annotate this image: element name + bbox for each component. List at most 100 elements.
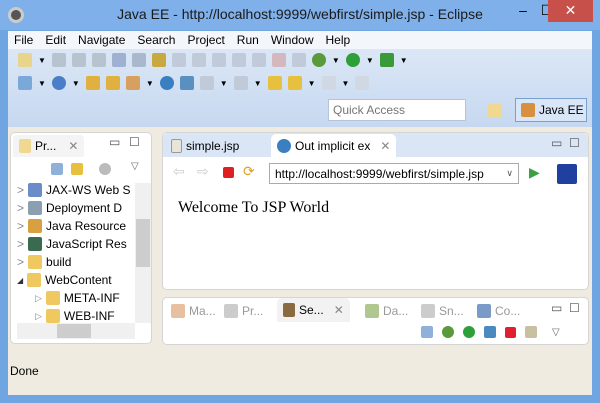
close-button[interactable]: ✕ [548, 0, 593, 22]
open-type-icon[interactable] [85, 76, 100, 90]
suspend-icon[interactable] [251, 53, 266, 67]
maximize-icon[interactable]: ☐ [129, 135, 140, 149]
last-edit-icon[interactable] [267, 76, 282, 90]
minimize-icon[interactable]: ▭ [551, 136, 562, 150]
menu-help[interactable]: Help [326, 31, 351, 49]
skip-breakpoints-icon[interactable] [111, 53, 126, 67]
launch-icon[interactable] [179, 76, 194, 90]
back-icon[interactable]: ⇦ [173, 163, 185, 180]
url-input[interactable]: http://localhost:9999/webfirst/simple.js… [275, 167, 484, 181]
chevron-down-icon[interactable]: ∨ [506, 168, 513, 179]
refresh-icon[interactable]: ⟳ [243, 163, 255, 180]
collapse-all-icon[interactable] [51, 163, 63, 175]
menu-project[interactable]: Project [187, 31, 224, 49]
drop-to-frame-icon[interactable] [151, 53, 166, 67]
close-icon[interactable]: ✕ [334, 303, 344, 317]
tree-item[interactable]: > Java Resource [17, 219, 126, 233]
menu-window[interactable]: Window [271, 31, 314, 49]
expand-icon[interactable]: > [17, 219, 24, 233]
print-icon[interactable] [91, 53, 106, 67]
view-menu-icon[interactable]: ▽ [552, 327, 560, 338]
tree-item[interactable]: ▷ WEB-INF [35, 309, 115, 323]
tab-data-source[interactable]: Da... [359, 300, 414, 322]
minimize-icon[interactable]: ▭ [109, 135, 120, 149]
expand-icon[interactable]: > [17, 183, 24, 197]
menu-navigate[interactable]: Navigate [78, 31, 125, 49]
tab-servers[interactable]: Se... ✕ [277, 298, 350, 322]
close-icon[interactable]: ✕ [380, 139, 390, 153]
next-annotation-icon[interactable] [199, 76, 214, 90]
expand-icon[interactable]: > [17, 201, 24, 215]
expand-icon[interactable]: ▷ [35, 293, 42, 304]
debug-icon[interactable] [311, 53, 326, 67]
scrollbar-thumb[interactable] [57, 324, 91, 338]
web-browser-icon[interactable] [159, 76, 174, 90]
link-with-editor-icon[interactable] [71, 163, 83, 175]
url-combo[interactable]: http://localhost:9999/webfirst/simple.js… [269, 163, 519, 184]
menu-file[interactable]: File [14, 31, 33, 49]
debug-server-icon[interactable] [442, 326, 454, 338]
collapse-icon[interactable]: ◢ [17, 276, 23, 285]
prev-annotation-icon[interactable] [233, 76, 248, 90]
step-return-icon[interactable] [171, 53, 186, 67]
tab-markers[interactable]: Ma... [165, 300, 222, 322]
tree-item[interactable]: > JavaScript Res [17, 237, 127, 251]
expand-icon[interactable]: > [17, 255, 24, 269]
step-into-icon[interactable] [211, 53, 226, 67]
expand-icon[interactable]: ▷ [35, 311, 42, 322]
menu-edit[interactable]: Edit [45, 31, 66, 49]
tree-item[interactable]: > Deployment D [17, 201, 122, 215]
forward-icon[interactable] [321, 76, 336, 90]
quick-access-input[interactable] [328, 99, 466, 121]
tree-item[interactable]: ▷ META-INF [35, 291, 120, 305]
publish-icon[interactable] [525, 326, 537, 338]
resume-icon[interactable] [231, 53, 246, 67]
maximize-icon[interactable]: ☐ [569, 301, 580, 315]
forward-icon[interactable]: ⇨ [197, 163, 209, 180]
horizontal-scrollbar[interactable] [17, 323, 135, 339]
expand-icon[interactable]: > [17, 237, 24, 251]
menu-search[interactable]: Search [137, 31, 175, 49]
tree-item[interactable]: > JAX-WS Web S [17, 183, 130, 197]
minimize-button[interactable]: – [510, 0, 536, 22]
vertical-scrollbar[interactable] [135, 183, 151, 323]
new-icon[interactable] [18, 53, 32, 67]
run-icon[interactable] [345, 53, 360, 67]
filters-icon[interactable] [99, 163, 111, 175]
tree-item[interactable]: > build [17, 255, 71, 269]
tab-project-explorer[interactable]: Pr... ✕ [13, 135, 85, 157]
tab-simple-jsp[interactable]: simple.jsp [165, 135, 245, 157]
tree-item[interactable]: ◢ WebContent [17, 273, 112, 287]
collapse-all-icon[interactable] [421, 326, 433, 338]
stop-server-icon[interactable] [505, 326, 516, 338]
tab-snippets[interactable]: Sn... [415, 300, 470, 322]
search-icon[interactable] [125, 76, 140, 90]
use-step-filters-icon[interactable] [131, 53, 146, 67]
perspective-java-ee[interactable]: Java EE [515, 98, 587, 122]
close-icon[interactable]: ✕ [68, 139, 78, 153]
new-servlet-icon[interactable] [51, 76, 66, 90]
open-perspective-icon[interactable] [488, 104, 502, 118]
terminate-icon[interactable] [271, 53, 286, 67]
scrollbar-thumb[interactable] [136, 219, 150, 267]
save-icon[interactable] [51, 53, 66, 67]
tab-browser[interactable]: Out implicit ex ✕ [271, 134, 397, 157]
start-server-icon[interactable] [463, 326, 475, 338]
disconnect-icon[interactable] [291, 53, 306, 67]
new-server-icon[interactable] [18, 76, 32, 90]
run-external-icon[interactable] [379, 53, 394, 67]
step-over-icon[interactable] [191, 53, 206, 67]
view-menu-icon[interactable]: ▽ [131, 161, 139, 172]
stop-icon[interactable] [223, 167, 234, 178]
save-all-icon[interactable] [71, 53, 86, 67]
tab-properties[interactable]: Pr... [218, 300, 269, 322]
maximize-icon[interactable]: ☐ [569, 136, 580, 150]
go-icon[interactable]: ▶ [529, 164, 540, 181]
back-icon[interactable] [287, 76, 302, 90]
minimize-icon[interactable]: ▭ [551, 301, 562, 315]
open-resource-icon[interactable] [105, 76, 120, 90]
pin-editor-icon[interactable] [355, 76, 370, 90]
menu-run[interactable]: Run [237, 31, 259, 49]
profile-server-icon[interactable] [484, 326, 496, 338]
tab-console[interactable]: Co... [471, 300, 526, 322]
